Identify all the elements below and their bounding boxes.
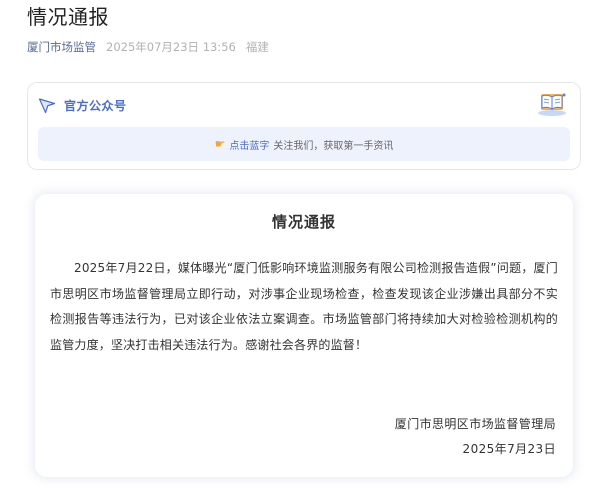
- signature-org: 厦门市思明区市场监督管理局: [394, 417, 556, 431]
- official-account-card: 官方公众号 ☛ 点击蓝字 关注我们，获取第一手资讯: [27, 82, 581, 170]
- paper-plane-icon: [38, 98, 56, 114]
- signature-date: 2025年7月23日: [462, 442, 556, 456]
- follow-blue-link[interactable]: 点击蓝字: [229, 137, 269, 152]
- article-meta: 厦门市场监管 2025年07月23日 13:56 福建: [27, 38, 269, 56]
- account-name-link[interactable]: 厦门市场监管: [27, 38, 96, 56]
- official-account-header: 官方公众号: [38, 95, 127, 115]
- pointing-hand-icon: ☛: [214, 137, 226, 151]
- page-title: 情况通报: [27, 5, 109, 29]
- official-account-label: 官方公众号: [64, 98, 127, 113]
- follow-prompt-bar[interactable]: ☛ 点击蓝字 关注我们，获取第一手资讯: [38, 127, 570, 161]
- notice-signature: 厦门市思明区市场监督管理局 2025年7月23日: [395, 412, 556, 462]
- notice-title: 情况通报: [271, 213, 336, 231]
- publish-time: 2025年07月23日 13:56: [106, 40, 236, 54]
- open-book-icon: [538, 93, 566, 116]
- notice-body: 2025年7月22日，媒体曝光“厦门低影响环境监测服务有限公司检测报告造假”问题…: [50, 261, 558, 352]
- publish-region: 福建: [245, 40, 269, 54]
- follow-text: 关注我们，获取第一手资讯: [273, 140, 394, 152]
- notice-card: 情况通报 2025年7月22日，媒体曝光“厦门低影响环境监测服务有限公司检测报告…: [35, 194, 573, 477]
